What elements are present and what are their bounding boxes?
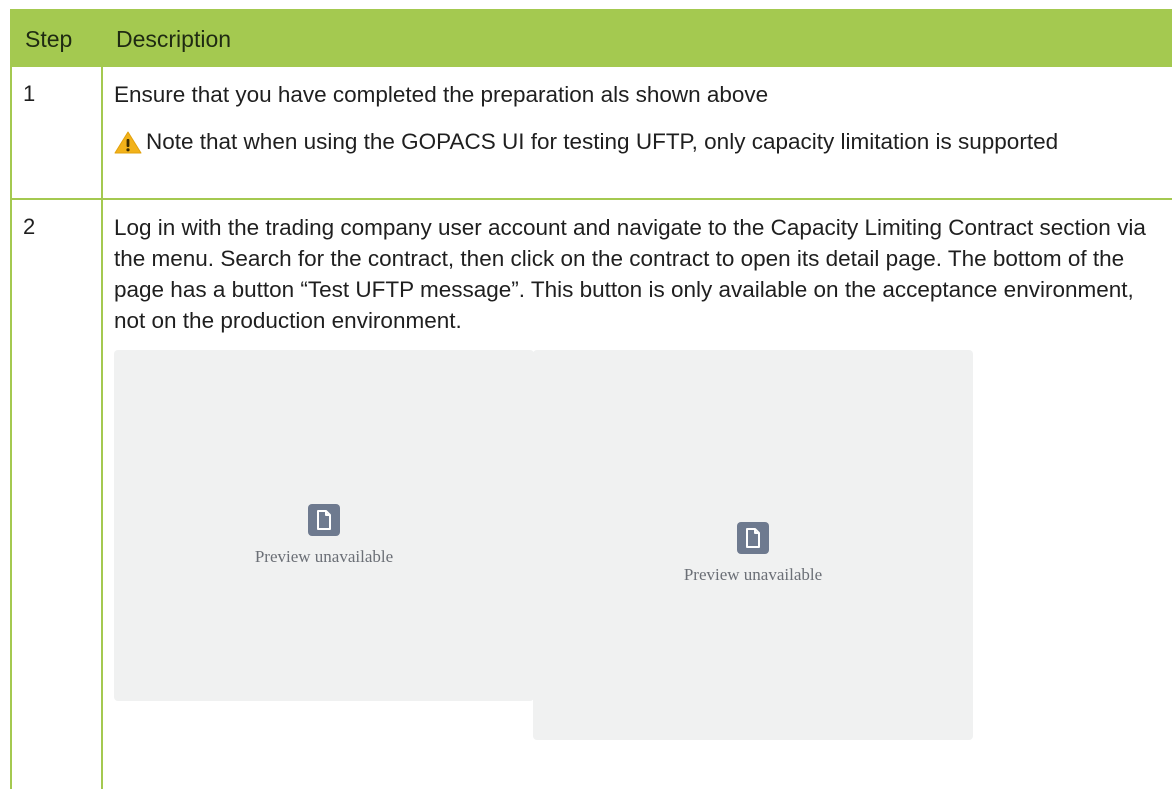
header-step: Step [25,26,73,52]
preview-placeholder-2: Preview unavailable [533,350,973,740]
file-icon [308,504,340,536]
row-1-note-text: Note that when using the GOPACS UI for t… [146,129,1059,154]
table-header-row: Step Description [10,9,1172,67]
preview-label-2: Preview unavailable [683,565,823,584]
preview-label-1: Preview unavailable [254,547,394,566]
steps-table: Step Description 1 Ensure that you have … [10,9,1172,789]
preview-placeholder-1: Preview unavailable [114,350,534,701]
row-1-description: Ensure that you have completed the prepa… [114,82,769,107]
file-icon [737,522,769,554]
table-left-border [10,67,12,789]
column-divider [101,67,103,789]
warning-icon [114,130,142,154]
row-1-note: Note that when using the GOPACS UI for t… [114,126,1164,157]
row-2-description: Log in with the trading company user acc… [114,215,1146,333]
header-description: Description [116,26,232,52]
row-1-step: 1 [23,81,36,106]
row-2-step: 2 [23,214,36,239]
row-divider [10,198,1172,200]
